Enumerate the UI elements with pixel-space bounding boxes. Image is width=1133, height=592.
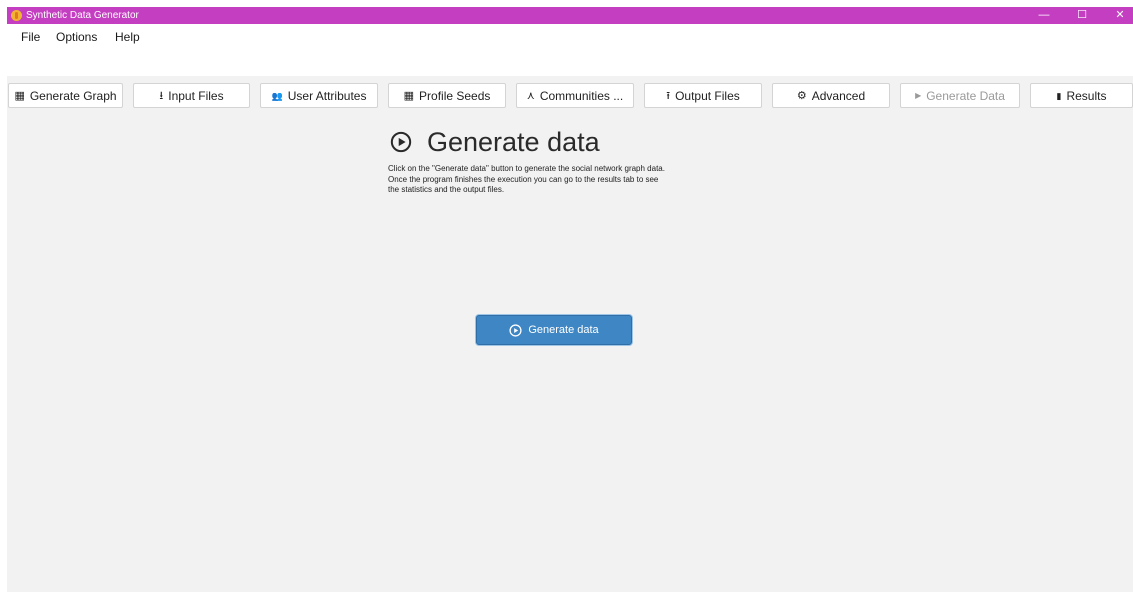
page-heading: Generate data (427, 126, 600, 157)
tab-label: Communities ... (539, 88, 624, 103)
network-icon: ⋏ (526, 89, 535, 102)
tab-label: Output Files (675, 88, 740, 103)
tab-label: Generate Graph (29, 88, 117, 103)
upload-icon: ⭱ (666, 89, 671, 102)
page-title: Generate data (390, 124, 600, 160)
menu-options[interactable]: Options (56, 30, 97, 44)
tab-advanced[interactable]: ⚙ Advanced (772, 83, 890, 108)
app-logo-icon (11, 10, 22, 21)
description-line: Once the program finishes the execution … (388, 174, 659, 184)
window-title: Synthetic Data Generator (26, 10, 139, 21)
play-icon: ▶ (915, 90, 922, 100)
tab-label: Input Files (168, 88, 224, 103)
menu-help[interactable]: Help (115, 30, 140, 44)
menu-bar: File Options Help (7, 24, 1133, 50)
generate-data-button-label: Generate data (528, 324, 599, 336)
app-window: Synthetic Data Generator — ☐ ✕ File Opti… (0, 0, 1133, 592)
minimize-button[interactable]: — (1031, 7, 1057, 24)
close-button[interactable]: ✕ (1107, 7, 1133, 24)
tab-input-files[interactable]: ⭳ Input Files (133, 83, 250, 108)
tab-generate-data[interactable]: ▶ Generate Data (900, 83, 1020, 108)
tab-label: Advanced (811, 88, 866, 103)
tab-label: Generate Data (926, 88, 1005, 103)
download-icon: ⭳ (159, 89, 164, 102)
grid-icon: ▦ (403, 89, 415, 102)
tab-output-files[interactable]: ⭱ Output Files (644, 83, 762, 108)
maximize-button[interactable]: ☐ (1069, 7, 1095, 24)
title-bar: Synthetic Data Generator — ☐ ✕ (7, 7, 1133, 24)
tab-label: Results (1066, 88, 1107, 103)
page-description: Click on the "Generate data" button to g… (388, 164, 788, 196)
generate-data-button[interactable]: Generate data (476, 315, 632, 345)
bar-chart-icon: ▮ (1056, 90, 1062, 101)
tab-communities[interactable]: ⋏ Communities ... (516, 83, 634, 108)
description-line: the statistics and the output files. (388, 185, 505, 194)
users-icon: 👥 (271, 90, 283, 101)
tab-results[interactable]: ▮ Results (1030, 83, 1133, 108)
gear-icon: ⚙ (796, 89, 807, 102)
grid-icon: ▦ (14, 89, 25, 102)
description-line: Click on the "Generate data" button to g… (388, 164, 665, 173)
play-circle-icon (390, 131, 412, 153)
play-circle-icon (509, 323, 522, 337)
tab-label: User Attributes (287, 88, 367, 103)
tab-label: Profile Seeds (419, 88, 491, 103)
menu-file[interactable]: File (21, 30, 40, 44)
tab-generate-graph[interactable]: ▦ Generate Graph (8, 83, 123, 108)
tab-profile-seeds[interactable]: ▦ Profile Seeds (388, 83, 506, 108)
tab-user-attributes[interactable]: 👥 User Attributes (260, 83, 378, 108)
